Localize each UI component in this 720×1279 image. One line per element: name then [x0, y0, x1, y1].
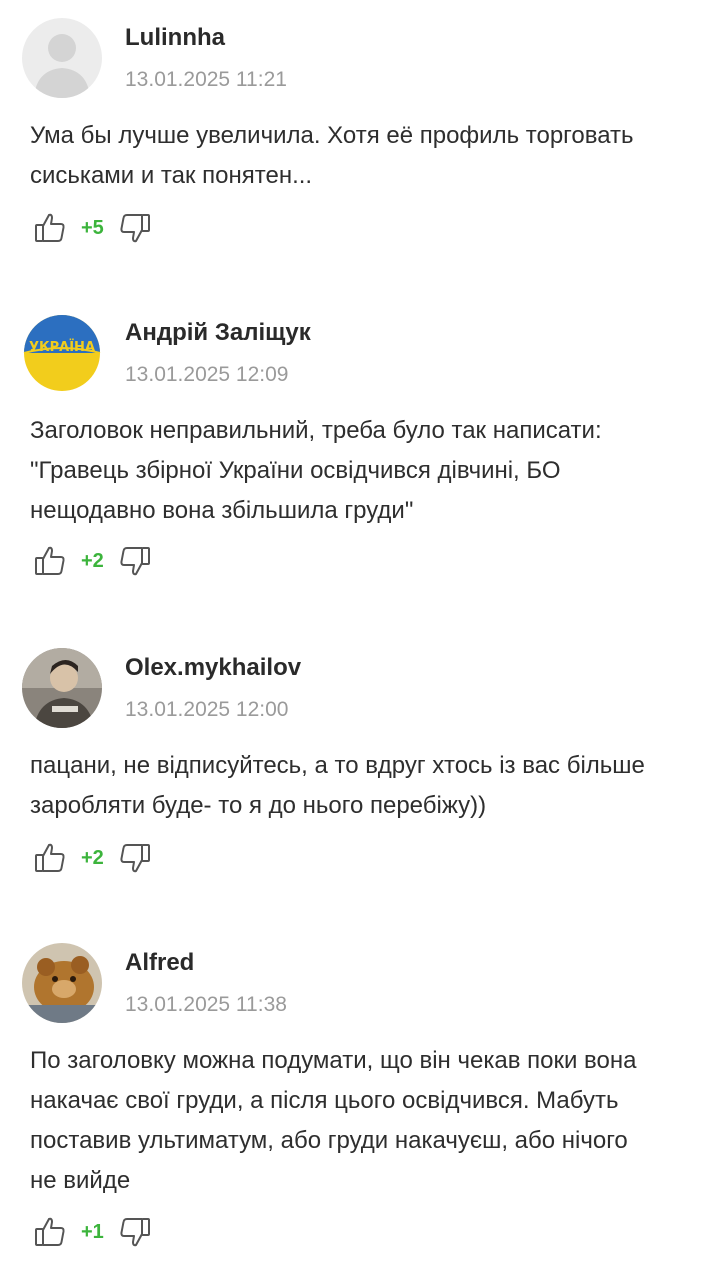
- thumbs-down-icon[interactable]: [118, 544, 152, 578]
- comment-actions: +1: [33, 1214, 152, 1250]
- comment-text-line: пацани, не відписуйтесь, а то вдруг хтос…: [30, 752, 645, 779]
- comment-text-line: заробляти буде- то я до нього перебіжу)): [30, 792, 487, 819]
- comment-date: 13.01.2025 12:09: [125, 363, 289, 386]
- comment-text-line: По заголовку можна подумати, що він чека…: [30, 1047, 637, 1074]
- comment-text-line: накачає свої груди, а після цього освідч…: [30, 1087, 619, 1114]
- vote-score: +2: [81, 549, 104, 572]
- vote-score: +5: [81, 216, 104, 239]
- comment-text-line: сиськами и так понятен...: [30, 162, 313, 189]
- default-user-avatar-icon[interactable]: [22, 18, 102, 98]
- comment-date: 13.01.2025 11:38: [125, 993, 287, 1016]
- svg-text:УКРАЇНА: УКРАЇНА: [29, 339, 95, 355]
- comment-author[interactable]: Olex.mykhailov: [125, 654, 301, 682]
- comment-date: 13.01.2025 11:21: [125, 68, 287, 91]
- vote-score: +1: [81, 1220, 104, 1243]
- thumbs-up-icon[interactable]: [33, 544, 67, 578]
- comment-text: Заголовок неправильний, треба було так н…: [30, 411, 705, 531]
- thumbs-up-icon[interactable]: [33, 1215, 67, 1249]
- comment-actions: +2: [33, 543, 152, 579]
- comment-actions: +5: [33, 210, 152, 246]
- comment-text-line: "Гравець збірної України освідчився дівч…: [30, 457, 561, 484]
- thumbs-down-icon[interactable]: [118, 211, 152, 245]
- comment-text-line: нещодавно вона збільшила груди": [30, 497, 414, 524]
- comment-text-line: поставив ультиматум, або груди накачуєш,…: [30, 1127, 628, 1154]
- comment-date: 13.01.2025 12:00: [125, 698, 289, 721]
- comment-text: По заголовку можна подумати, що він чека…: [30, 1041, 705, 1201]
- comment-actions: +2: [33, 840, 152, 876]
- comment-text-line: не вийде: [30, 1167, 131, 1194]
- thumbs-down-icon[interactable]: [118, 1215, 152, 1249]
- thumbs-up-icon[interactable]: [33, 211, 67, 245]
- ukraine-ball-avatar-icon[interactable]: УКРАЇНА: [22, 313, 102, 393]
- thumbs-up-icon[interactable]: [33, 841, 67, 875]
- comment-text: пацани, не відписуйтесь, а то вдруг хтос…: [30, 746, 705, 826]
- comment-author[interactable]: Alfred: [125, 949, 194, 977]
- bear-photo-avatar-icon[interactable]: [22, 943, 102, 1023]
- comment-author[interactable]: Андрій Заліщук: [125, 319, 311, 347]
- comment-text-line: Ума бы лучше увеличила. Хотя её профиль …: [30, 122, 634, 149]
- vote-score: +2: [81, 846, 104, 869]
- comment-text-line: Заголовок неправильний, треба було так н…: [30, 417, 602, 444]
- comment-text: Ума бы лучше увеличила. Хотя её профиль …: [30, 116, 705, 196]
- photo-avatar-icon[interactable]: [22, 648, 102, 728]
- thumbs-down-icon[interactable]: [118, 841, 152, 875]
- comment-author[interactable]: Lulinnha: [125, 24, 225, 52]
